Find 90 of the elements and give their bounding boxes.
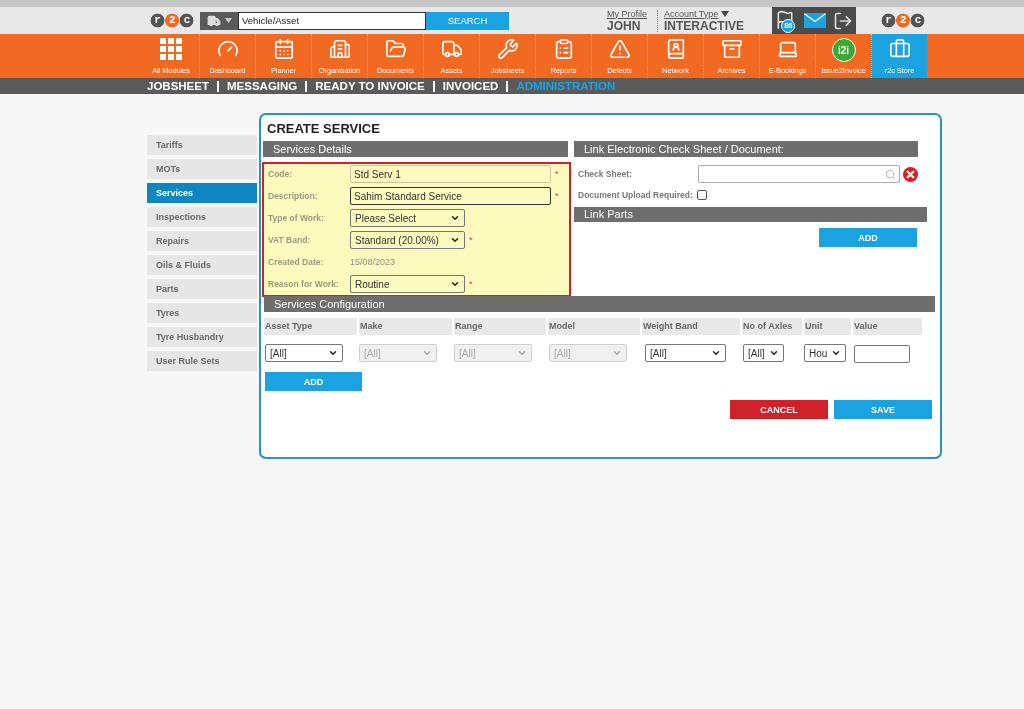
section-header: Services Configuration <box>264 296 935 312</box>
chevron-down-icon <box>831 348 841 358</box>
calendar-icon <box>272 38 295 60</box>
nav-link[interactable]: ADMINISTRATION <box>516 78 616 94</box>
sidebar-item[interactable]: Tyre Husbandry <box>147 327 257 347</box>
archive-icon <box>720 38 743 60</box>
check-sheet-field[interactable] <box>698 165 900 183</box>
checkbox[interactable] <box>696 190 707 200</box>
section-header: Services Details <box>263 141 568 157</box>
logout-icon[interactable] <box>832 10 853 31</box>
dropdown[interactable]: [All] <box>265 344 343 362</box>
sidebar-item[interactable]: User Rule Sets <box>147 351 257 371</box>
chevron-down-icon <box>769 348 779 358</box>
caret-down-icon[interactable] <box>721 11 730 17</box>
dropdown[interactable]: Please Select <box>350 209 465 227</box>
text-field[interactable]: Sahim Standard Service <box>350 187 551 205</box>
sidebar-item[interactable]: Oils & Fluids <box>147 255 257 275</box>
column-header: Unit <box>804 318 851 335</box>
chevron-down-icon <box>450 279 460 289</box>
field-label: Created Date: <box>268 257 325 267</box>
caret-down-icon <box>224 18 232 23</box>
briefcase-icon <box>888 38 911 60</box>
nav-link[interactable]: MESSAGING <box>227 78 298 94</box>
warning-icon <box>608 38 631 60</box>
required-marker: * <box>469 279 473 289</box>
user-name: JOHN <box>607 19 641 33</box>
sidebar-item[interactable]: Repairs <box>147 231 257 251</box>
logo-badge: i2i <box>831 38 856 62</box>
search-field[interactable]: Vehicle/Asset <box>238 11 426 30</box>
add-button[interactable]: ADD <box>265 372 362 391</box>
column-header: Asset Type <box>264 318 357 335</box>
nav-link[interactable]: READY TO INVOICE <box>315 78 425 94</box>
field-label: Reason for Work: <box>268 279 340 289</box>
field-label: VAT Band: <box>268 235 312 245</box>
building-icon <box>328 38 351 60</box>
vehicle-type-dropdown[interactable] <box>200 11 238 30</box>
x-circle-icon[interactable] <box>903 166 918 182</box>
truck-icon <box>206 13 221 28</box>
section-header: Link Parts <box>574 207 927 222</box>
field-label: Code: <box>268 169 294 179</box>
account-type: INTERACTIVE <box>664 19 744 33</box>
nav-link[interactable]: INVOICED <box>442 78 499 94</box>
cancel-button[interactable]: CANCEL <box>730 400 828 419</box>
chevron-down-icon <box>328 348 338 358</box>
column-header: Range <box>454 318 546 335</box>
sidebar-item[interactable]: Tariffs <box>147 135 257 155</box>
save-button[interactable]: SAVE <box>834 400 932 419</box>
dropdown[interactable]: [All] <box>645 344 726 362</box>
truck-icon <box>440 38 463 60</box>
column-header: Make <box>359 318 452 335</box>
field-label: Check Sheet: <box>577 169 633 179</box>
search-button[interactable]: SEARCH <box>426 11 509 30</box>
wrench-icon <box>496 38 519 60</box>
dropdown[interactable]: Standard (20.00%) <box>350 231 465 249</box>
section-header: Link Electronic Check Sheet / Document: <box>574 141 918 157</box>
mail-icon[interactable] <box>804 13 826 28</box>
required-marker: * <box>555 169 559 179</box>
chevron-down-icon <box>517 348 527 358</box>
value-field[interactable] <box>854 344 910 363</box>
chevron-down-icon <box>422 348 432 358</box>
account-type-link[interactable]: Account Type <box>664 8 719 20</box>
required-marker: * <box>469 235 473 245</box>
column-header: Weight Band <box>642 318 740 335</box>
chevron-down-icon <box>450 235 460 245</box>
sidebar-item[interactable]: Inspections <box>147 207 257 227</box>
flag-icon[interactable] <box>775 9 796 30</box>
field-label: Document Upload Required: <box>577 190 693 200</box>
page-title: CREATE SERVICE <box>267 121 380 137</box>
column-header: Model <box>548 318 640 335</box>
required-marker: * <box>555 191 559 201</box>
field-label: Description: <box>268 191 319 201</box>
sidebar-item[interactable]: Services <box>147 183 257 203</box>
column-header: No of Axles <box>742 318 802 335</box>
grid-icon <box>160 38 182 60</box>
chevron-down-icon <box>450 213 460 223</box>
nav-link[interactable]: JOBSHEET <box>147 78 209 94</box>
profile-link[interactable]: My Profile <box>607 8 647 20</box>
chevron-down-icon <box>711 348 721 358</box>
dropdown[interactable]: Routine <box>350 275 465 293</box>
sidebar-item[interactable]: MOTs <box>147 159 257 179</box>
sidebar-item[interactable]: Tyres <box>147 303 257 323</box>
chevron-down-icon <box>612 348 622 358</box>
column-header: Value <box>853 318 922 335</box>
field-label: Type of Work: <box>268 213 325 223</box>
add-button[interactable]: ADD <box>819 228 917 247</box>
sidebar-item[interactable]: Parts <box>147 279 257 299</box>
text-field[interactable]: Std Serv 1 <box>350 165 551 183</box>
folder-icon <box>384 38 407 60</box>
dropdown[interactable]: [All] <box>743 344 784 362</box>
dropdown[interactable]: Hou <box>804 344 846 362</box>
